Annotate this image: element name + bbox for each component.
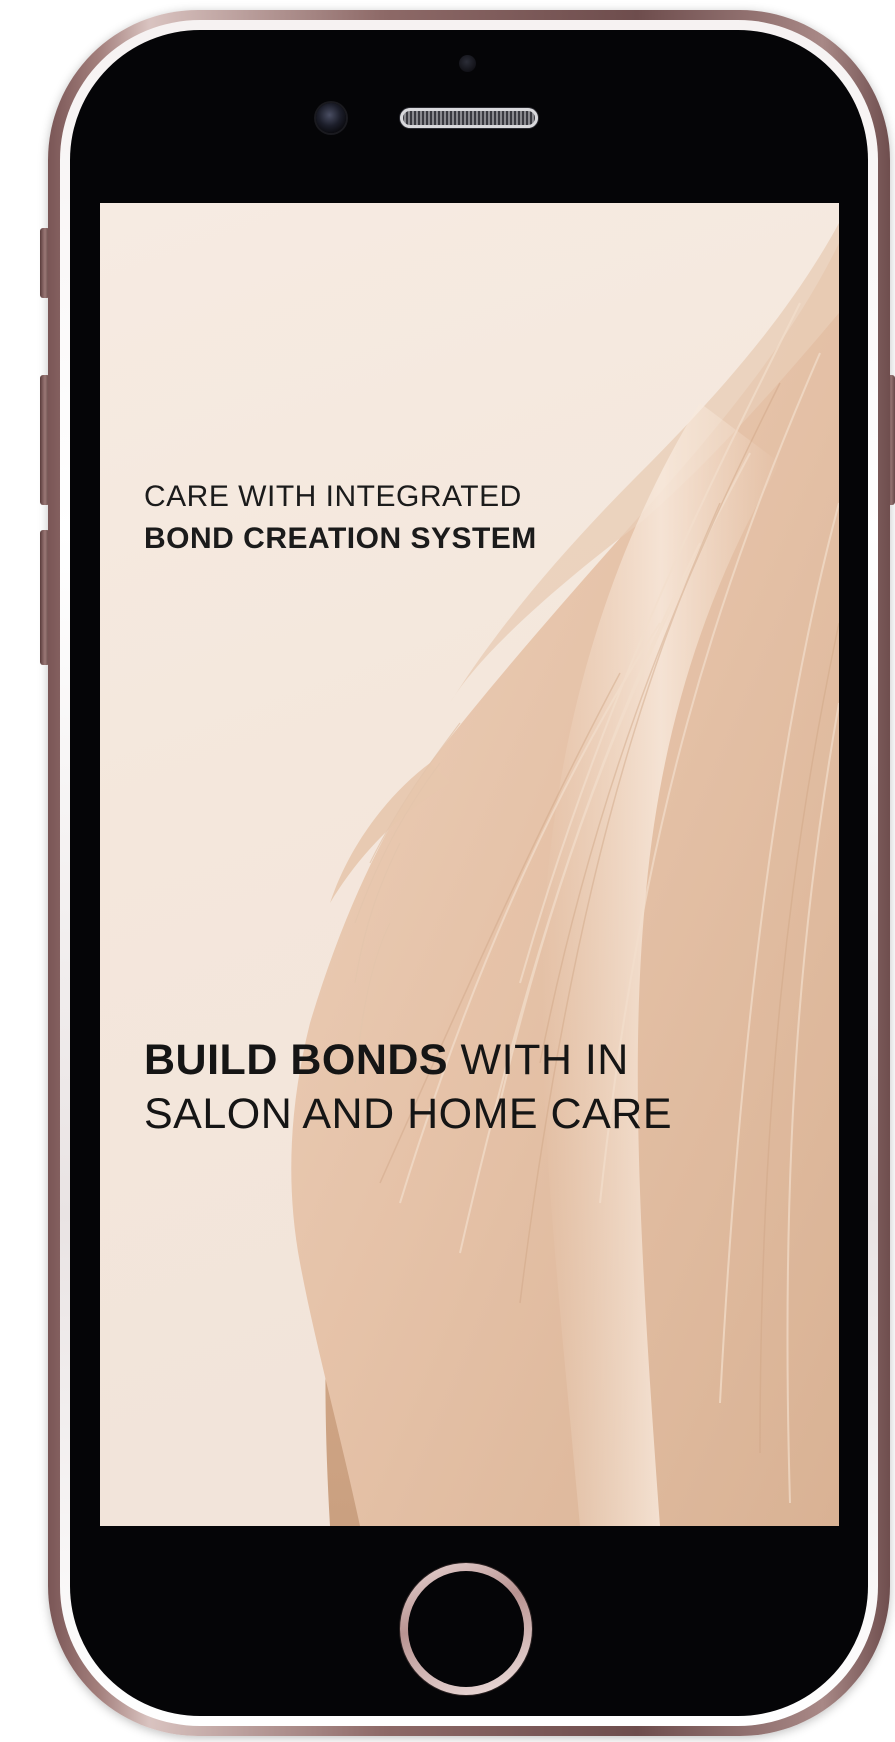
proximity-sensor-icon bbox=[459, 55, 476, 72]
tagline-line-2: BOND CREATION SYSTEM bbox=[144, 522, 537, 555]
home-button-icon[interactable] bbox=[400, 1563, 532, 1695]
hair-background-image bbox=[291, 223, 839, 1526]
headline-line-1: BUILD BONDS WITH IN bbox=[144, 1033, 672, 1087]
home-button-face bbox=[408, 1571, 524, 1687]
tagline-line-1: CARE WITH INTEGRATED bbox=[144, 480, 522, 513]
app-canvas: CARE WITH INTEGRATED BOND CREATION SYSTE… bbox=[0, 0, 895, 1742]
speaker-grill-icon bbox=[400, 108, 538, 128]
headline: BUILD BONDS WITH IN SALON AND HOME CARE bbox=[144, 1033, 672, 1141]
headline-normal-text: WITH IN bbox=[448, 1036, 629, 1084]
phone-screen[interactable]: CARE WITH INTEGRATED BOND CREATION SYSTE… bbox=[100, 203, 839, 1526]
tagline: CARE WITH INTEGRATED BOND CREATION SYSTE… bbox=[144, 476, 537, 560]
front-camera-icon bbox=[316, 103, 346, 133]
headline-bold-text: BUILD BONDS bbox=[144, 1036, 449, 1084]
headline-line-2: SALON AND HOME CARE bbox=[144, 1090, 672, 1138]
